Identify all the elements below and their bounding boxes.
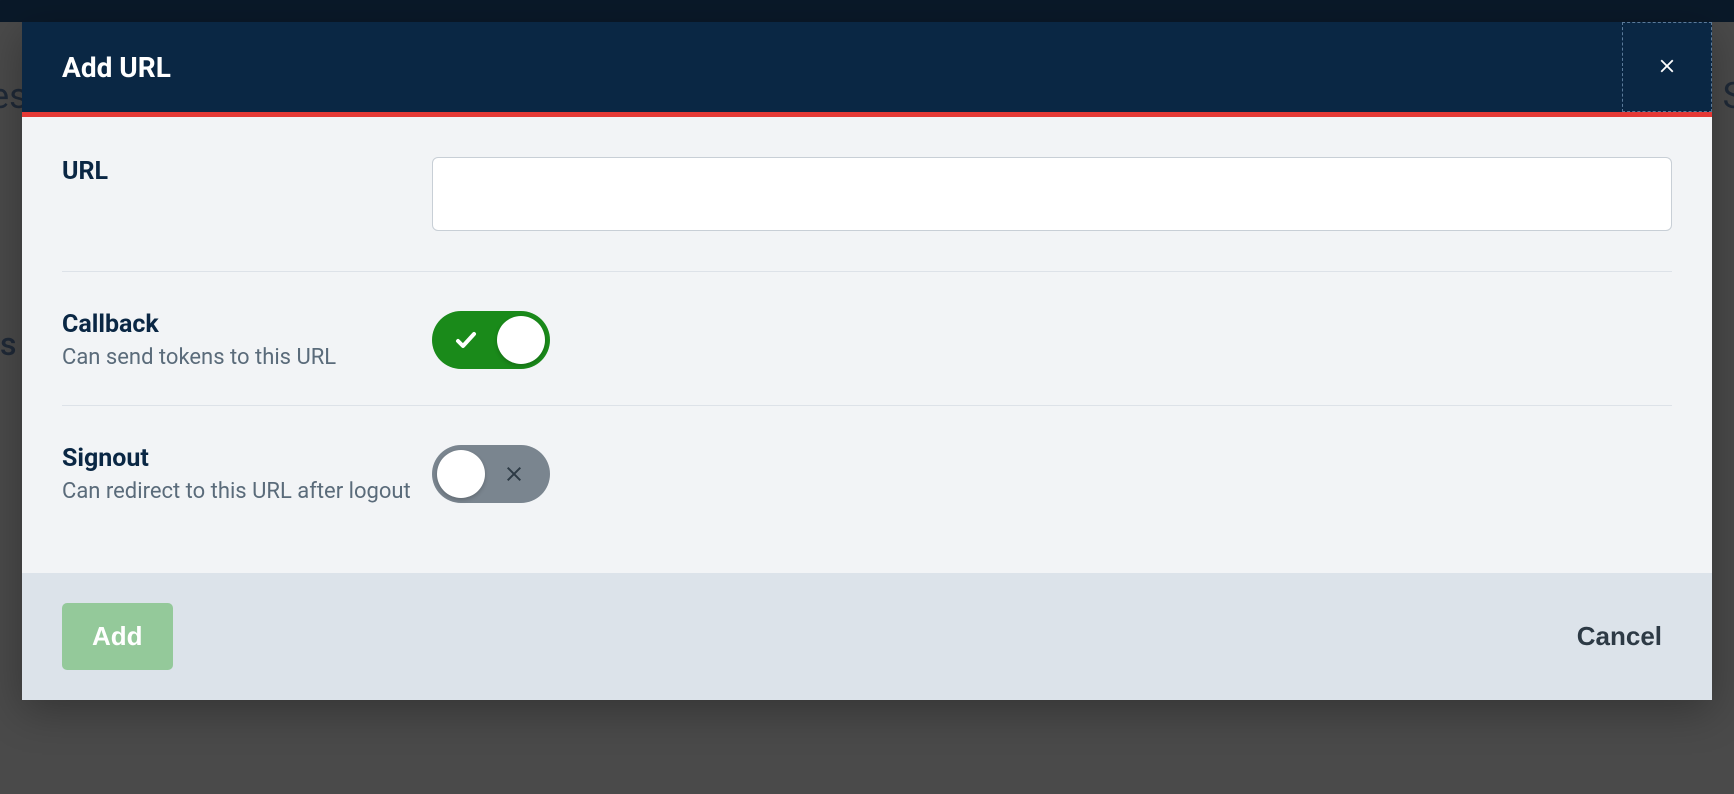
modal-title: Add URL (22, 51, 171, 84)
close-icon (1656, 55, 1678, 80)
check-icon (454, 328, 478, 352)
add-url-modal: Add URL URL Callback Can send tokens to … (22, 22, 1712, 700)
toggle-knob (437, 450, 485, 498)
signout-control-col (432, 445, 1672, 503)
background-header-strip (0, 0, 1734, 22)
modal-footer: Add Cancel (22, 573, 1712, 700)
callback-control-col (432, 311, 1672, 369)
callback-toggle[interactable] (432, 311, 550, 369)
cancel-button[interactable]: Cancel (1567, 603, 1672, 670)
callback-row: Callback Can send tokens to this URL (62, 310, 1672, 406)
x-icon (502, 462, 526, 486)
signout-hint: Can redirect to this URL after logout (62, 479, 432, 504)
callback-label-col: Callback Can send tokens to this URL (62, 310, 432, 370)
signout-toggle[interactable] (432, 445, 550, 503)
modal-body: URL Callback Can send tokens to this URL (22, 117, 1712, 573)
url-label: URL (62, 157, 432, 186)
url-row: URL (62, 157, 1672, 272)
close-button[interactable] (1622, 22, 1712, 112)
signout-label-col: Signout Can redirect to this URL after l… (62, 444, 432, 504)
toggle-knob (497, 316, 545, 364)
url-input[interactable] (432, 157, 1672, 231)
modal-header: Add URL (22, 22, 1712, 112)
url-label-col: URL (62, 157, 432, 192)
callback-hint: Can send tokens to this URL (62, 345, 432, 370)
background-text-fragment: S (1723, 75, 1734, 117)
callback-label: Callback (62, 310, 432, 339)
background-text-fragment: s (0, 325, 16, 363)
add-button[interactable]: Add (62, 603, 173, 670)
signout-row: Signout Can redirect to this URL after l… (62, 444, 1672, 539)
url-control-col (432, 157, 1672, 231)
signout-label: Signout (62, 444, 432, 473)
